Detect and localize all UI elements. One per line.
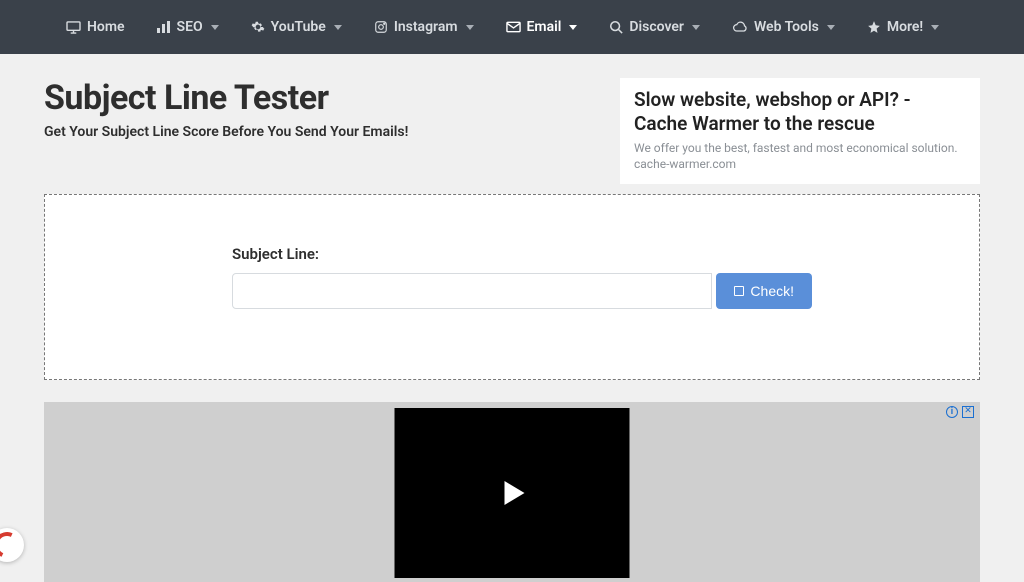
nav-home-label: Home [87, 19, 125, 35]
mail-icon [506, 21, 521, 33]
play-icon [504, 481, 524, 505]
ad-video[interactable] [395, 408, 630, 578]
chevron-down-icon [931, 25, 939, 30]
subject-line-label: Subject Line: [232, 245, 812, 263]
nav-seo[interactable]: SEO [141, 0, 235, 54]
nav-home[interactable]: Home [50, 0, 141, 54]
top-nav: Home SEO YouTube Instagram Email Discove… [0, 0, 1024, 54]
gear-icon [251, 20, 265, 34]
page-title: Subject Line Tester [44, 78, 408, 118]
corner-widget[interactable] [0, 528, 24, 562]
nav-webtools-label: Web Tools [754, 19, 819, 35]
nav-discover[interactable]: Discover [593, 0, 716, 54]
nav-more[interactable]: More! [851, 0, 955, 54]
tool-panel: Subject Line: Check! [44, 194, 980, 380]
nav-webtools[interactable]: Web Tools [716, 0, 851, 54]
page-subtitle: Get Your Subject Line Score Before You S… [44, 124, 408, 140]
star-icon [867, 20, 881, 34]
ad-title: Slow website, webshop or API? - Cache Wa… [634, 88, 966, 136]
nav-email-label: Email [527, 19, 562, 35]
chevron-down-icon [334, 25, 342, 30]
nav-more-label: More! [887, 19, 923, 35]
chevron-down-icon [827, 25, 835, 30]
nav-email[interactable]: Email [490, 0, 594, 54]
bottom-ad: i ✕ [44, 402, 980, 582]
check-button[interactable]: Check! [716, 273, 812, 309]
nav-instagram-label: Instagram [394, 19, 458, 35]
chart-icon [157, 21, 171, 33]
instagram-icon [374, 20, 388, 34]
nav-seo-label: SEO [177, 19, 203, 35]
ad-desc: We offer you the best, fastest and most … [634, 140, 966, 172]
chevron-down-icon [692, 25, 700, 30]
nav-youtube[interactable]: YouTube [235, 0, 358, 54]
cloud-icon [732, 21, 748, 33]
chevron-down-icon [569, 25, 577, 30]
ad-info-icon[interactable]: i [946, 406, 958, 418]
nav-instagram[interactable]: Instagram [358, 0, 490, 54]
title-block: Subject Line Tester Get Your Subject Lin… [44, 78, 408, 140]
search-icon [609, 20, 623, 34]
chevron-down-icon [466, 25, 474, 30]
nav-discover-label: Discover [629, 19, 684, 35]
sidebar-ad[interactable]: Slow website, webshop or API? - Cache Wa… [620, 78, 980, 184]
page-header: Subject Line Tester Get Your Subject Lin… [44, 78, 980, 184]
check-button-label: Check! [750, 283, 794, 299]
subject-line-input[interactable] [232, 273, 712, 309]
chevron-down-icon [211, 25, 219, 30]
monitor-icon [66, 21, 81, 34]
ad-close-icon[interactable]: ✕ [962, 406, 974, 418]
nav-youtube-label: YouTube [271, 19, 326, 35]
check-icon [734, 286, 744, 296]
